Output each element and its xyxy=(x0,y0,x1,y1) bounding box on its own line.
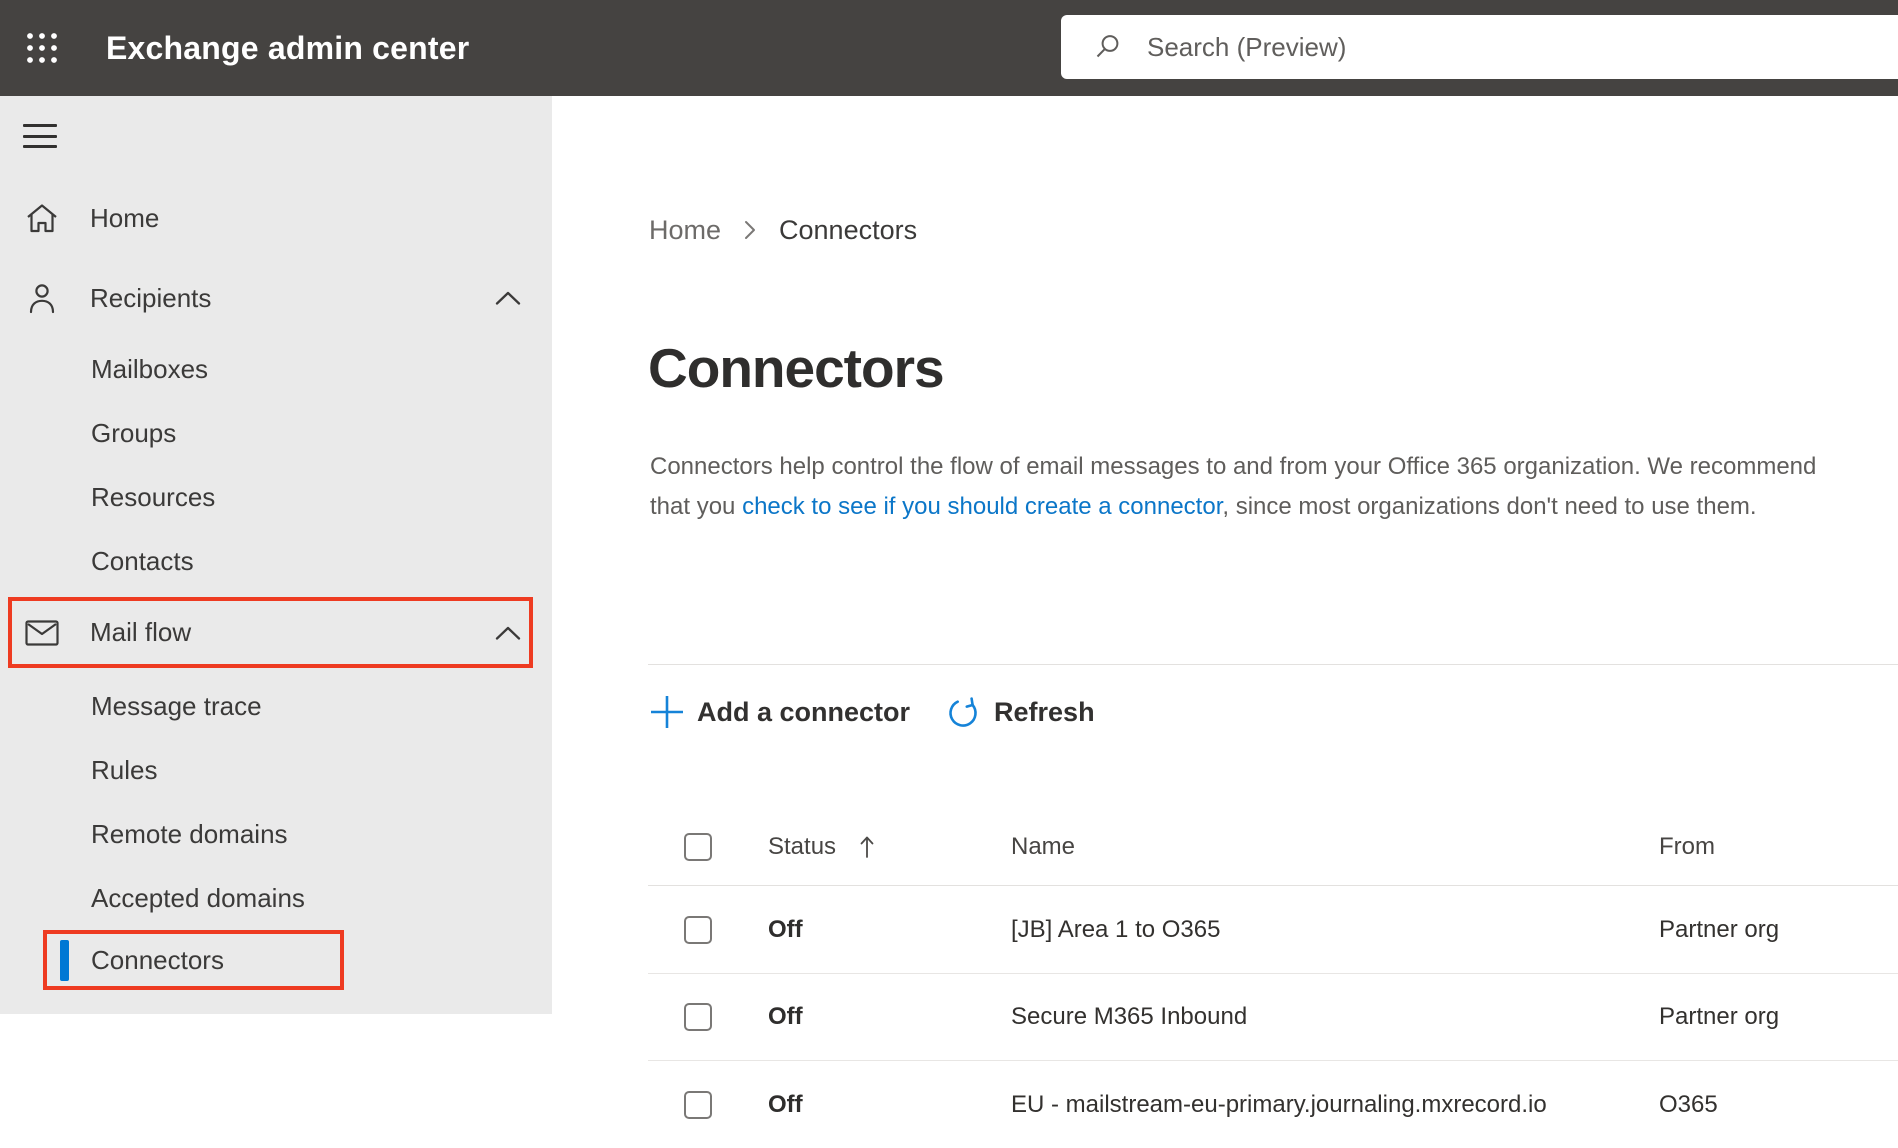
connectors-table: Off [JB] Area 1 to O365 Partner org Off … xyxy=(648,887,1898,1148)
row-status: Off xyxy=(768,916,803,944)
hamburger-menu-icon[interactable] xyxy=(23,124,57,148)
home-icon xyxy=(25,203,59,233)
description-text: , since most organizations don't need to… xyxy=(1222,493,1756,520)
row-name[interactable]: EU - mailstream-eu-primary.journaling.mx… xyxy=(1011,1091,1547,1119)
sidebar-item-contacts[interactable]: Contacts xyxy=(0,529,552,593)
sidebar-item-mailboxes[interactable]: Mailboxes xyxy=(0,337,552,401)
sidebar-item-label: Accepted domains xyxy=(91,883,305,914)
top-bar: Exchange admin center xyxy=(0,0,1898,96)
row-name[interactable]: Secure M365 Inbound xyxy=(1011,1003,1247,1031)
page-title: Connectors xyxy=(648,336,944,400)
app-launcher-waffle-icon[interactable] xyxy=(14,20,70,76)
refresh-button[interactable]: Refresh xyxy=(946,694,1095,730)
command-bar: Add a connector Refresh xyxy=(649,688,1095,736)
selected-indicator xyxy=(60,940,69,981)
refresh-icon xyxy=(946,694,982,730)
sidebar-item-message-trace[interactable]: Message trace xyxy=(0,674,552,738)
breadcrumb-current: Connectors xyxy=(779,215,917,246)
table-header-row: Status Name From xyxy=(648,808,1898,886)
sidebar-item-label: Mail flow xyxy=(90,617,191,648)
search-input[interactable] xyxy=(1147,32,1747,63)
sort-ascending-icon xyxy=(858,834,876,860)
column-header-status[interactable]: Status xyxy=(768,833,876,861)
row-status: Off xyxy=(768,1003,803,1031)
main-content: Home Connectors Connectors Connectors he… xyxy=(552,96,1898,1014)
sidebar-item-label: Mailboxes xyxy=(91,354,208,385)
breadcrumb: Home Connectors xyxy=(649,212,917,248)
add-connector-label: Add a connector xyxy=(697,697,910,728)
sidebar-item-connectors annotation-box-connectors[interactable]: Connectors xyxy=(43,930,344,990)
row-from: O365 xyxy=(1659,1091,1718,1119)
sidebar-item-groups[interactable]: Groups xyxy=(0,401,552,465)
table-row[interactable]: Off [JB] Area 1 to O365 Partner org xyxy=(648,887,1898,974)
sidebar-item-rules[interactable]: Rules xyxy=(0,738,552,802)
chevron-up-icon xyxy=(495,290,521,306)
search-icon xyxy=(1093,32,1123,62)
sidebar-item-remote-domains[interactable]: Remote domains xyxy=(0,802,552,866)
sidebar-item-label: Rules xyxy=(91,755,157,786)
add-connector-button[interactable]: Add a connector xyxy=(649,694,910,730)
sidebar-item-home[interactable]: Home xyxy=(0,186,552,250)
column-header-from[interactable]: From xyxy=(1659,833,1715,861)
row-from: Partner org xyxy=(1659,916,1779,944)
row-status: Off xyxy=(768,1091,803,1119)
sidebar-item-label: Message trace xyxy=(91,691,262,722)
sidebar-item-label: Home xyxy=(90,203,159,234)
select-all-checkbox[interactable] xyxy=(684,833,712,861)
table-row[interactable]: Off EU - mailstream-eu-primary.journalin… xyxy=(648,1061,1898,1148)
app-title: Exchange admin center xyxy=(106,30,469,67)
sidebar-item-label: Remote domains xyxy=(91,819,288,850)
sidebar-item-recipients[interactable]: Recipients xyxy=(0,266,552,330)
row-from: Partner org xyxy=(1659,1003,1779,1031)
search-box[interactable] xyxy=(1061,15,1898,79)
mail-icon xyxy=(25,620,59,646)
left-nav: Home Recipients Mailboxes Groups Resourc… xyxy=(0,96,552,1014)
sidebar-item-label: Groups xyxy=(91,418,176,449)
column-header-name[interactable]: Name xyxy=(1011,833,1075,861)
row-checkbox[interactable] xyxy=(684,1091,712,1119)
sidebar-item-label: Connectors xyxy=(91,945,224,976)
breadcrumb-home-link[interactable]: Home xyxy=(649,215,721,246)
page-description: Connectors help control the flow of emai… xyxy=(650,447,1840,527)
row-checkbox[interactable] xyxy=(684,916,712,944)
plus-icon xyxy=(649,694,685,730)
chevron-up-icon xyxy=(495,625,521,641)
toolbar-divider xyxy=(648,664,1898,665)
person-icon xyxy=(25,282,59,314)
table-row[interactable]: Off Secure M365 Inbound Partner org xyxy=(648,974,1898,1061)
sidebar-item-resources[interactable]: Resources xyxy=(0,465,552,529)
row-checkbox[interactable] xyxy=(684,1003,712,1031)
sidebar-item-mail-flow annotation-box-mail-flow[interactable]: Mail flow xyxy=(8,597,533,668)
sidebar-item-accepted-domains[interactable]: Accepted domains xyxy=(0,866,552,930)
row-name[interactable]: [JB] Area 1 to O365 xyxy=(1011,916,1220,944)
refresh-label: Refresh xyxy=(994,697,1095,728)
sidebar-item-label: Resources xyxy=(91,482,215,513)
chevron-right-icon xyxy=(743,218,757,242)
sidebar-item-label: Recipients xyxy=(90,283,211,314)
create-connector-check-link[interactable]: check to see if you should create a conn… xyxy=(742,493,1222,520)
sidebar-item-label: Contacts xyxy=(91,546,194,577)
